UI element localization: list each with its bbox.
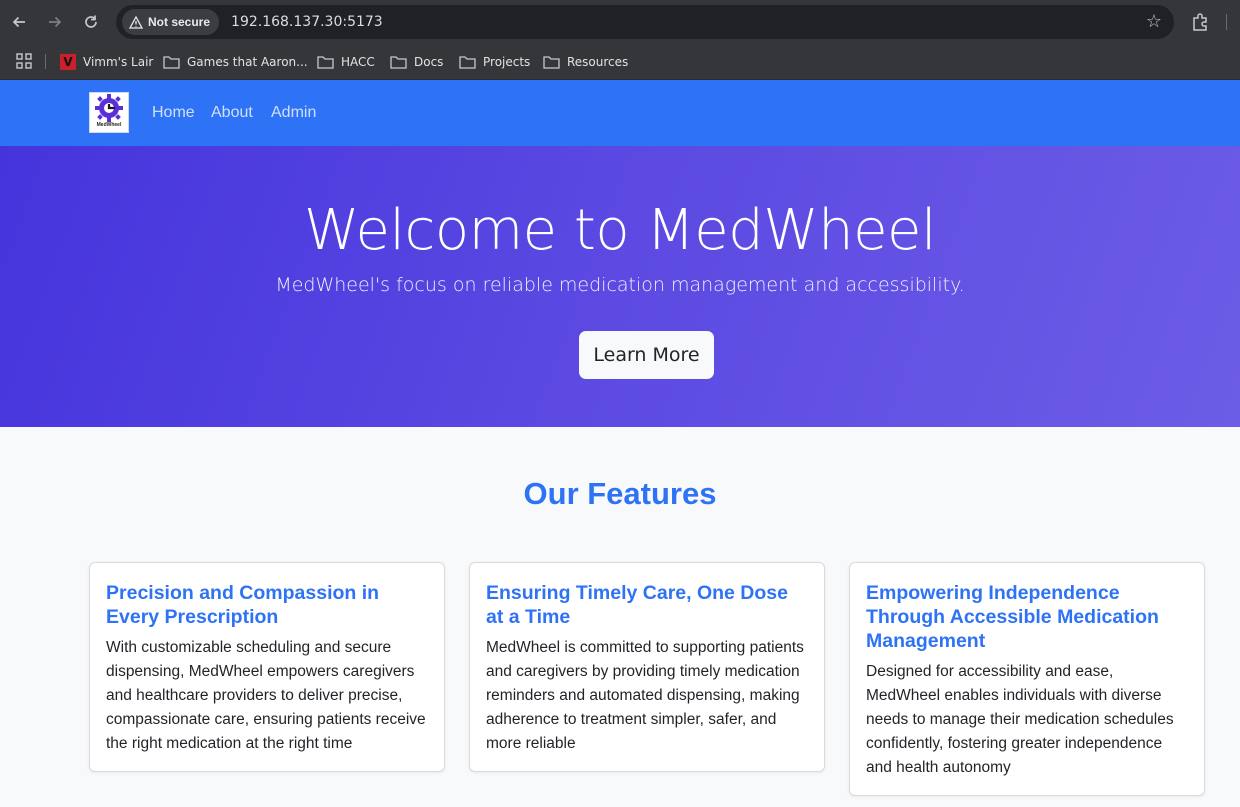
medwheel-logo[interactable]: MedWheel	[89, 92, 129, 133]
back-arrow-icon[interactable]	[6, 9, 32, 35]
toolbar-divider	[1226, 14, 1227, 30]
folder-icon	[390, 56, 407, 69]
site-navbar: MedWheel Home About Admin	[0, 80, 1240, 146]
feature-card-text: With customizable scheduling and secure …	[106, 639, 426, 752]
bookmark-star-icon[interactable]: ☆	[1146, 11, 1162, 32]
bookmark-folder-games[interactable]: Games that Aaron...	[163, 52, 308, 72]
bookmark-label: Docs	[414, 55, 444, 69]
security-label: Not secure	[148, 15, 211, 29]
extensions-puzzle-icon[interactable]	[1190, 11, 1212, 33]
features-heading: Our Features	[523, 476, 717, 511]
address-bar[interactable]: Not secure 192.168.137.30:5173 ☆	[116, 5, 1174, 39]
bookmarks-divider	[45, 54, 46, 69]
bookmark-label: Games that Aaron...	[187, 55, 308, 69]
security-chip[interactable]: Not secure	[122, 9, 220, 35]
forward-arrow-icon[interactable]	[42, 9, 68, 35]
learn-more-button[interactable]: Learn More	[579, 331, 714, 379]
folder-icon	[459, 56, 476, 69]
vimm-logo-icon: V	[60, 54, 76, 70]
feature-card-text: MedWheel is committed to supporting pati…	[486, 639, 804, 752]
nav-link-admin[interactable]: Admin	[271, 104, 316, 122]
feature-card-timely-care: Ensuring Timely Care, One Dose at a Time…	[469, 562, 825, 772]
apps-grid-icon[interactable]	[15, 52, 33, 70]
logo-text: MedWheel	[96, 122, 122, 128]
bookmark-vimms-lair[interactable]: V Vimm's Lair	[60, 52, 153, 72]
browser-toolbar: Not secure 192.168.137.30:5173 ☆	[0, 0, 1240, 44]
reload-icon[interactable]	[78, 9, 104, 35]
bookmark-folder-hacc[interactable]: HACC	[317, 52, 375, 72]
hero-subtitle: MedWheel's focus on reliable medication …	[275, 274, 965, 296]
bookmark-label: Resources	[567, 55, 629, 69]
bookmark-label: Projects	[483, 55, 531, 69]
hero-section: Welcome to MedWheel MedWheel's focus on …	[0, 146, 1240, 427]
warning-icon	[129, 15, 143, 29]
nav-link-home[interactable]: Home	[152, 104, 195, 122]
bookmark-label: HACC	[341, 55, 375, 69]
bookmark-folder-resources[interactable]: Resources	[543, 52, 628, 72]
nav-link-about[interactable]: About	[211, 104, 253, 122]
folder-icon	[543, 56, 560, 69]
feature-card-independence: Empowering Independence Through Accessib…	[849, 562, 1205, 796]
bookmark-folder-projects[interactable]: Projects	[459, 52, 530, 72]
folder-icon	[163, 56, 180, 69]
bookmarks-bar: V Vimm's Lair Games that Aaron... HACC D…	[0, 44, 1240, 80]
feature-card-title: Empowering Independence Through Accessib…	[866, 582, 1159, 652]
gear-wheel-logo-icon	[95, 94, 123, 122]
feature-card-text: Designed for accessibility and ease, Med…	[866, 663, 1174, 776]
bookmark-folder-docs[interactable]: Docs	[390, 52, 443, 72]
feature-card-title: Precision and Compassion in Every Prescr…	[106, 582, 380, 628]
url-text[interactable]: 192.168.137.30:5173	[231, 14, 383, 30]
bookmark-label: Vimm's Lair	[83, 55, 154, 69]
folder-icon	[317, 56, 334, 69]
feature-card-title: Ensuring Timely Care, One Dose at a Time	[486, 582, 788, 628]
feature-card-precision: Precision and Compassion in Every Prescr…	[89, 562, 445, 772]
hero-title: Welcome to MedWheel	[303, 198, 937, 263]
